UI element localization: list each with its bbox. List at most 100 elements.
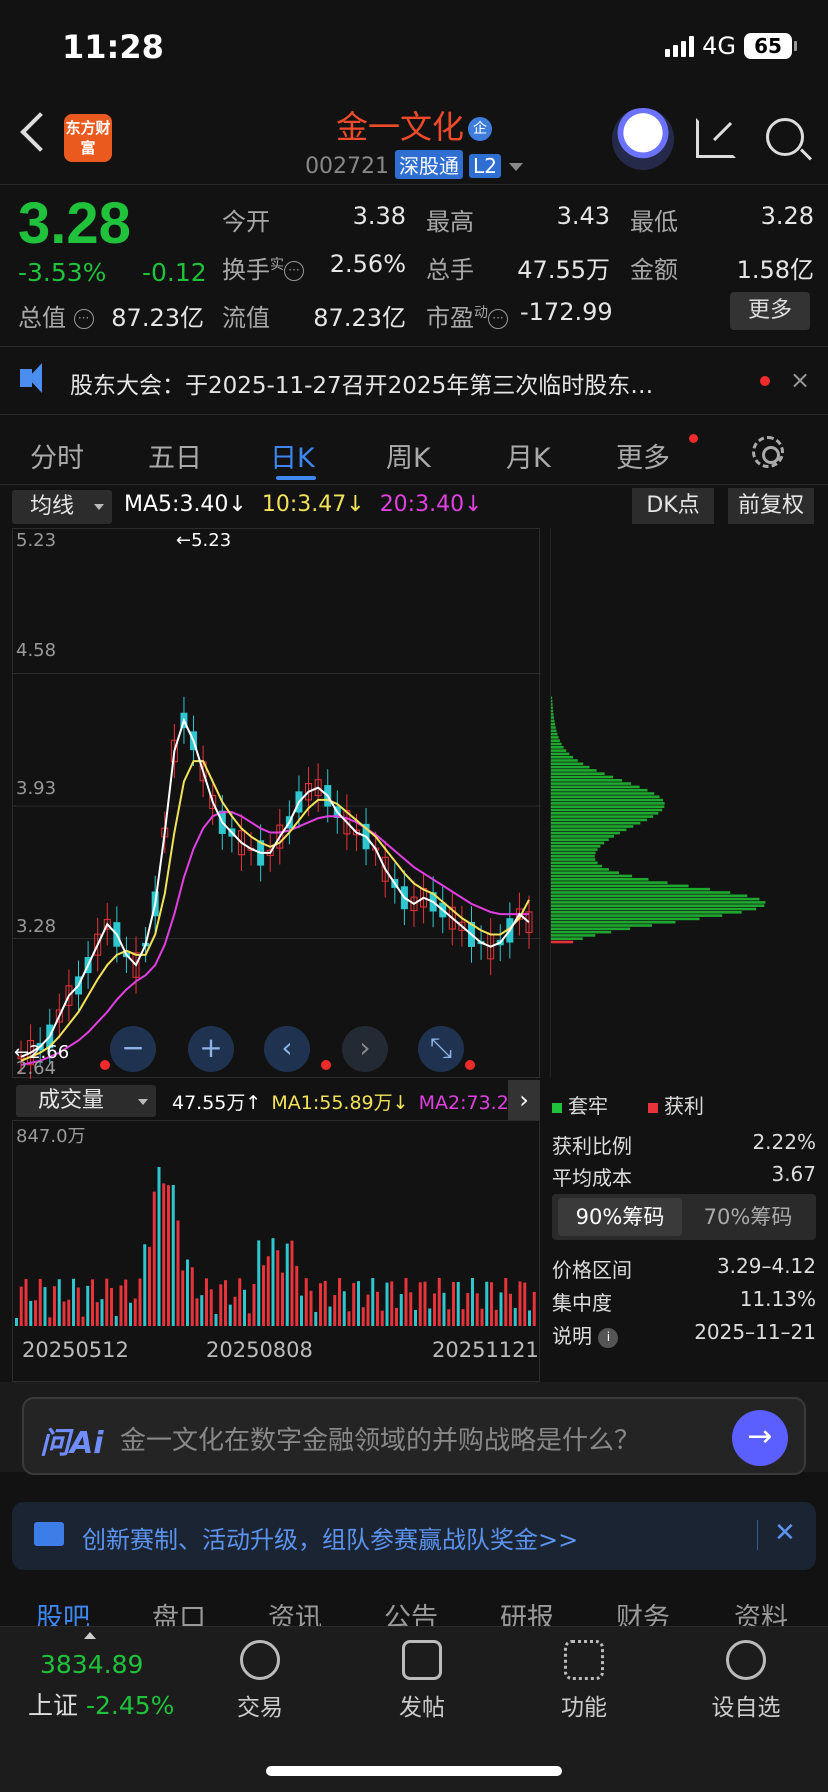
- share-icon[interactable]: [696, 118, 736, 158]
- volume-bar: [162, 1183, 166, 1326]
- kline-svg: [13, 673, 541, 1082]
- fullscreen-button[interactable]: ⤡: [418, 1026, 464, 1072]
- zoom-in-button[interactable]: +: [188, 1026, 234, 1072]
- nav-trade[interactable]: 交易: [200, 1640, 320, 1722]
- y-tick: 5.23: [16, 530, 57, 551]
- home-indicator: [266, 1766, 562, 1776]
- battery-icon: 65: [744, 33, 797, 59]
- volume-bar: [57, 1279, 61, 1326]
- ai-logo: 问Ai: [40, 1426, 104, 1461]
- chip-bar: [551, 772, 605, 775]
- chip-value: 11.13%: [739, 1287, 816, 1311]
- ai-question-text[interactable]: 金一文化在数字金融领域的并购战略是什么？: [120, 1420, 640, 1457]
- chip-bar: [551, 940, 574, 944]
- chip-bar: [551, 729, 557, 733]
- chip-bar: [551, 739, 560, 742]
- volume-bar: [81, 1316, 85, 1326]
- volume-bar: [471, 1278, 474, 1326]
- quote-label: 金额: [630, 256, 678, 284]
- date-label: 20250512: [22, 1338, 129, 1362]
- volume-bar: [309, 1290, 313, 1326]
- chevron-right-icon[interactable]: ›: [508, 1080, 540, 1120]
- index-name: 上证: [28, 1691, 79, 1720]
- quote-value: 47.55万: [517, 256, 610, 284]
- marker-dot: [100, 1060, 110, 1070]
- scroll-right-button[interactable]: ›: [342, 1026, 388, 1072]
- tab-five-day[interactable]: 五日: [148, 436, 202, 475]
- tab-daily-k[interactable]: 日K: [270, 436, 315, 475]
- tab-monthly-k[interactable]: 月K: [506, 436, 551, 475]
- volume-bar: [257, 1240, 261, 1326]
- chip-bar: [551, 920, 676, 924]
- notice-text[interactable]: 股东大会：于2025-11-27召开2025年第三次临时股东…: [70, 366, 730, 400]
- send-arrow-icon[interactable]: →: [732, 1410, 788, 1466]
- volume-bar: [205, 1278, 208, 1326]
- zoom-out-button[interactable]: −: [110, 1026, 156, 1072]
- chip-distribution-chart: [549, 528, 815, 1078]
- volume-bar: [442, 1292, 446, 1326]
- chip-bar: [551, 858, 596, 861]
- volume-bar: [475, 1293, 479, 1326]
- search-icon[interactable]: [766, 118, 804, 156]
- chip-70-toggle[interactable]: 70%筹码: [686, 1198, 810, 1236]
- chip-bar: [551, 802, 665, 805]
- tab-weekly-k[interactable]: 周K: [386, 436, 431, 475]
- volume-bar: [124, 1279, 128, 1326]
- enterprise-badge: 企: [468, 117, 492, 141]
- nav-add-watchlist[interactable]: 设自选: [686, 1640, 806, 1722]
- volume-bar: [72, 1278, 75, 1326]
- volume-bar: [323, 1280, 327, 1326]
- chip-bar: [551, 828, 627, 832]
- chip-bar: [551, 779, 623, 782]
- nav-post[interactable]: 发帖: [362, 1640, 482, 1722]
- close-icon[interactable]: ×: [790, 366, 810, 394]
- volume-bar: [433, 1293, 436, 1326]
- chip-bar: [551, 917, 700, 921]
- change-percent: -3.53%: [18, 258, 107, 287]
- chip-bar: [551, 788, 648, 792]
- chip-bar: [551, 887, 710, 891]
- volume-bar: [86, 1285, 90, 1326]
- chip-bar: [551, 894, 748, 898]
- more-button[interactable]: 更多: [730, 292, 810, 330]
- dk-point-button[interactable]: DK点: [632, 488, 714, 524]
- index-row[interactable]: 上证 -2.45%: [28, 1686, 174, 1722]
- indicator-select[interactable]: 均线: [12, 490, 112, 524]
- kline-chart[interactable]: [12, 528, 541, 1082]
- volume-bar: [509, 1293, 512, 1326]
- chip-90-toggle[interactable]: 90%筹码: [558, 1198, 682, 1236]
- ma5-line: [20, 717, 530, 1058]
- index-value[interactable]: 3834.89: [40, 1650, 143, 1679]
- tab-intraday[interactable]: 分时: [30, 436, 84, 475]
- volume-bar: [43, 1287, 47, 1326]
- quote-value: 3.43: [556, 202, 610, 230]
- nav-functions[interactable]: 功能: [524, 1640, 644, 1722]
- chip-bar: [551, 878, 649, 881]
- chevron-up-icon[interactable]: [84, 1632, 96, 1639]
- ai-robot-icon[interactable]: [612, 108, 674, 170]
- volume-bar: [285, 1243, 289, 1326]
- promo-text[interactable]: 创新赛制、活动升级，组队参赛赢战队奖金>>: [82, 1520, 578, 1555]
- close-icon[interactable]: ✕: [774, 1518, 796, 1548]
- volume-indicator-select[interactable]: 成交量: [16, 1085, 156, 1117]
- volume-bar: [281, 1272, 284, 1326]
- scroll-left-button[interactable]: ‹: [264, 1026, 310, 1072]
- legend-swatch: [648, 1103, 658, 1113]
- chip-label-note[interactable]: 说明 i: [552, 1320, 619, 1349]
- volume-bar: [181, 1270, 185, 1326]
- volume-bar: [186, 1259, 189, 1326]
- volume-bar: [133, 1298, 137, 1326]
- legend-trapped: 套牢: [552, 1090, 608, 1119]
- volume-bar: [114, 1315, 118, 1326]
- chip-bar: [551, 785, 640, 789]
- chevron-down-icon[interactable]: [508, 163, 523, 171]
- quote-value: 87.23亿: [111, 304, 204, 332]
- volume-bar: [76, 1287, 80, 1326]
- chip-bar: [551, 722, 556, 726]
- volume-bar: [138, 1278, 142, 1326]
- tab-more[interactable]: 更多: [616, 436, 670, 475]
- volume-bar: [152, 1191, 156, 1326]
- chip-bar: [551, 884, 689, 888]
- adjust-button[interactable]: 前复权: [728, 488, 814, 524]
- gear-icon[interactable]: [752, 436, 784, 468]
